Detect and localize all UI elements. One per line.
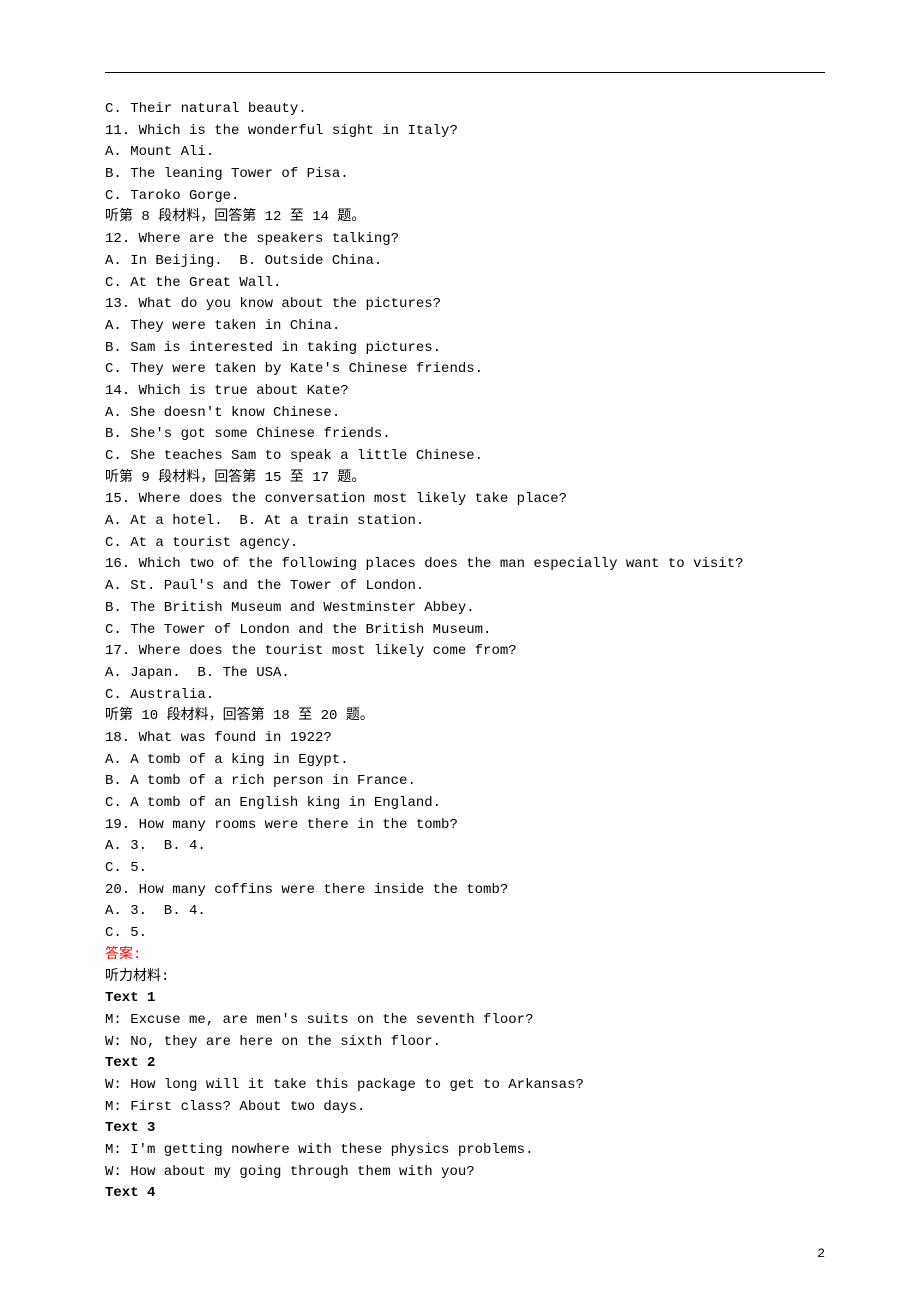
text-line: Text 2 [105, 1053, 825, 1075]
text-line: 答案: [105, 945, 825, 967]
text-line: A. They were taken in China. [105, 316, 825, 338]
text-line: A. 3. B. 4. [105, 901, 825, 923]
text-line: A. In Beijing. B. Outside China. [105, 251, 825, 273]
text-line: C. A tomb of an English king in England. [105, 793, 825, 815]
text-line: 17. Where does the tourist most likely c… [105, 641, 825, 663]
text-line: A. At a hotel. B. At a train station. [105, 511, 825, 533]
text-line: Text 4 [105, 1183, 825, 1205]
text-line: M: I'm getting nowhere with these physic… [105, 1140, 825, 1162]
text-line: C. 5. [105, 858, 825, 880]
text-line: 20. How many coffins were there inside t… [105, 880, 825, 902]
text-line: 18. What was found in 1922? [105, 728, 825, 750]
text-line: 19. How many rooms were there in the tom… [105, 815, 825, 837]
text-line: M: Excuse me, are men's suits on the sev… [105, 1010, 825, 1032]
text-line: A. Japan. B. The USA. [105, 663, 825, 685]
text-line: Text 1 [105, 988, 825, 1010]
text-line: A. St. Paul's and the Tower of London. [105, 576, 825, 598]
text-line: W: How about my going through them with … [105, 1162, 825, 1184]
text-line: 16. Which two of the following places do… [105, 554, 825, 576]
page-number: 2 [817, 1244, 825, 1264]
text-line: C. At a tourist agency. [105, 533, 825, 555]
text-line: C. Australia. [105, 685, 825, 707]
text-line: W: How long will it take this package to… [105, 1075, 825, 1097]
text-line: A. Mount Ali. [105, 142, 825, 164]
text-line: C. At the Great Wall. [105, 273, 825, 295]
text-line: A. A tomb of a king in Egypt. [105, 750, 825, 772]
header-rule [105, 72, 825, 73]
text-line: B. Sam is interested in taking pictures. [105, 338, 825, 360]
text-line: B. The leaning Tower of Pisa. [105, 164, 825, 186]
text-line: 听第 10 段材料，回答第 18 至 20 题。 [105, 706, 825, 728]
text-line: B. She's got some Chinese friends. [105, 424, 825, 446]
text-line: C. The Tower of London and the British M… [105, 620, 825, 642]
text-line: 听力材料: [105, 967, 825, 989]
text-line: 15. Where does the conversation most lik… [105, 489, 825, 511]
text-line: W: No, they are here on the sixth floor. [105, 1032, 825, 1054]
text-line: A. 3. B. 4. [105, 836, 825, 858]
text-line: C. She teaches Sam to speak a little Chi… [105, 446, 825, 468]
document-page: C. Their natural beauty.11. Which is the… [0, 0, 920, 1302]
text-line: 14. Which is true about Kate? [105, 381, 825, 403]
text-line: C. Taroko Gorge. [105, 186, 825, 208]
text-line: M: First class? About two days. [105, 1097, 825, 1119]
text-line: Text 3 [105, 1118, 825, 1140]
text-line: C. They were taken by Kate's Chinese fri… [105, 359, 825, 381]
text-line: 听第 8 段材料，回答第 12 至 14 题。 [105, 207, 825, 229]
text-line: 听第 9 段材料，回答第 15 至 17 题。 [105, 468, 825, 490]
body-text: C. Their natural beauty.11. Which is the… [105, 99, 825, 1205]
text-line: C. 5. [105, 923, 825, 945]
text-line: B. The British Museum and Westminster Ab… [105, 598, 825, 620]
text-line: 12. Where are the speakers talking? [105, 229, 825, 251]
text-line: B. A tomb of a rich person in France. [105, 771, 825, 793]
text-line: 13. What do you know about the pictures? [105, 294, 825, 316]
text-line: A. She doesn't know Chinese. [105, 403, 825, 425]
text-line: 11. Which is the wonderful sight in Ital… [105, 121, 825, 143]
text-line: C. Their natural beauty. [105, 99, 825, 121]
